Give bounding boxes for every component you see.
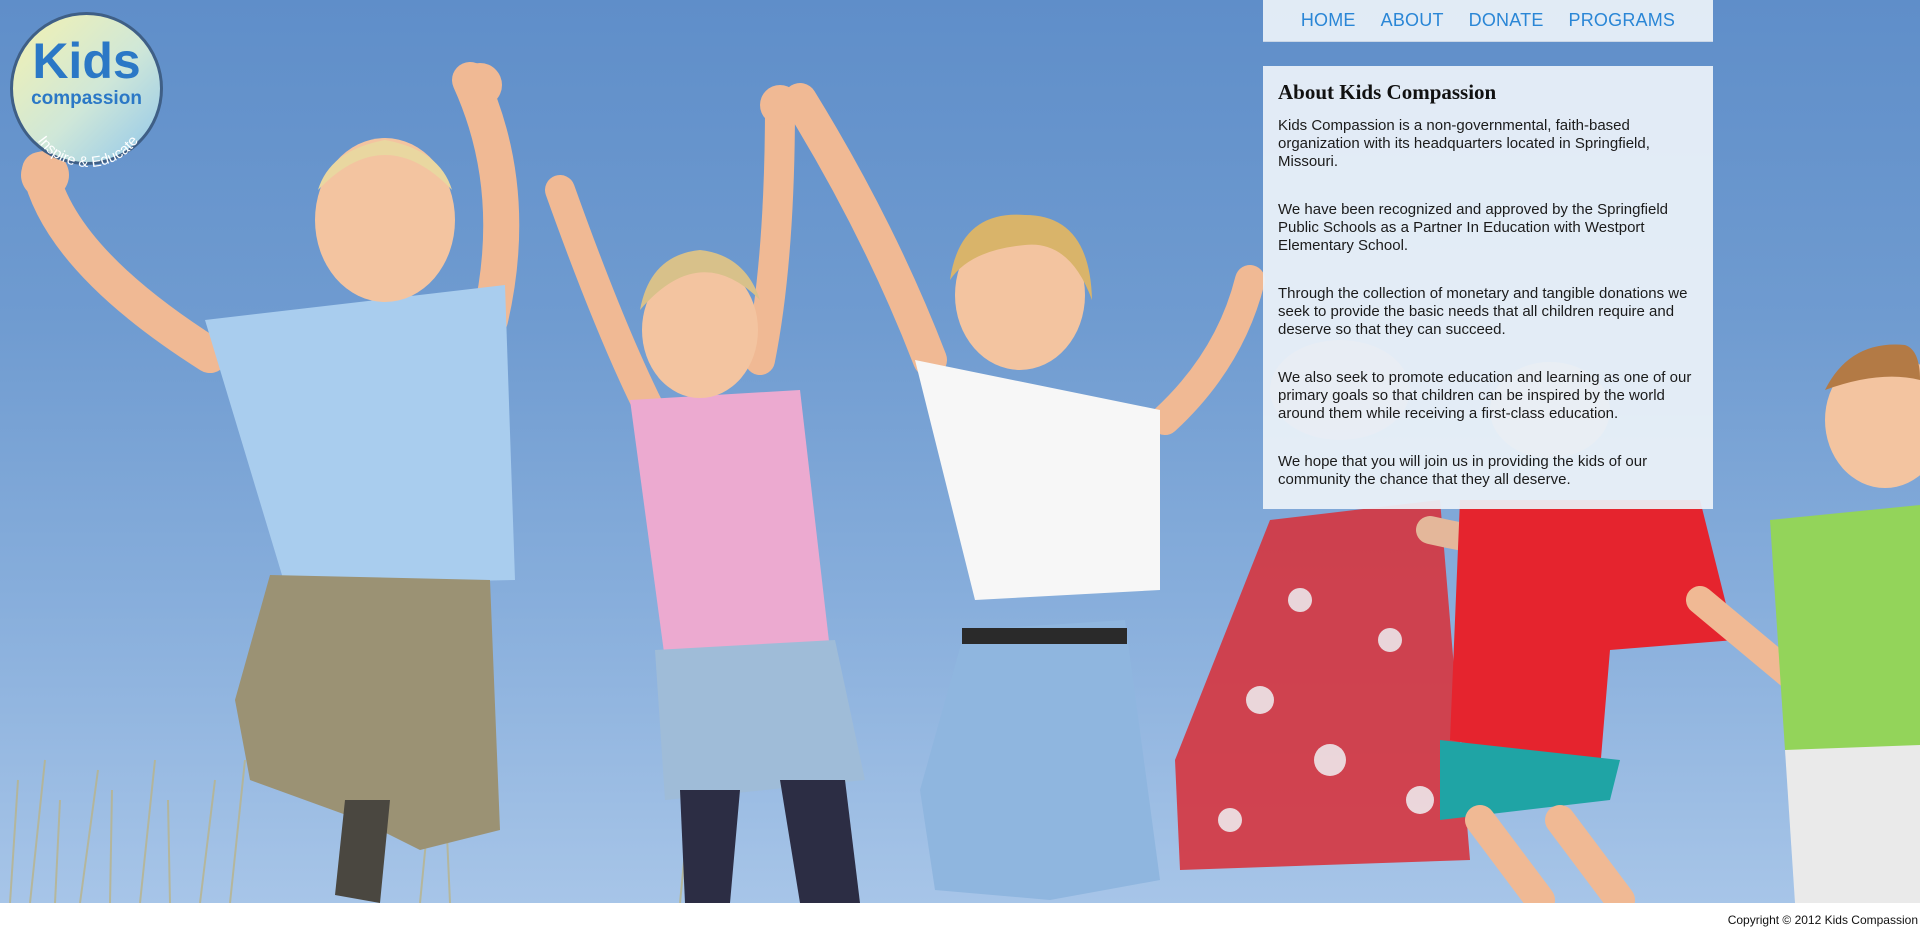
about-title: About Kids Compassion (1278, 80, 1497, 104)
top-navigation: HOME ABOUT DONATE PROGRAMS (1263, 0, 1713, 42)
about-paragraph: We also seek to promote education and le… (1278, 369, 1692, 422)
about-paragraph: We hope that you will join us in providi… (1278, 453, 1648, 488)
nav-about-link[interactable]: ABOUT (1381, 10, 1444, 31)
logo-badge-icon: Kids compassion Inspire & Educate (10, 12, 163, 171)
child-pink-dress (545, 85, 865, 903)
about-paragraph: Through the collection of monetary and t… (1278, 285, 1688, 338)
about-paragraph: Kids Compassion is a non-governmental, f… (1278, 117, 1650, 170)
child-blue-shirt (21, 62, 520, 903)
about-paragraph: We have been recognized and approved by … (1278, 201, 1668, 254)
logo-word-kids: Kids (32, 33, 140, 89)
kids-compassion-logo[interactable]: Kids compassion Inspire & Educate (8, 10, 165, 171)
child-green-shirt (1770, 344, 1920, 903)
nav-donate-link[interactable]: DONATE (1469, 10, 1544, 31)
footer-copyright: Copyright © 2012 Kids Compassion (1727, 913, 1918, 927)
nav-programs-link[interactable]: PROGRAMS (1569, 10, 1676, 31)
about-panel: About Kids Compassion Kids Compassion is… (1263, 66, 1713, 509)
nav-home-link[interactable]: HOME (1301, 10, 1356, 31)
logo-word-compassion: compassion (31, 88, 142, 109)
page: Kids compassion Inspire & Educate HOME A… (0, 0, 1920, 935)
